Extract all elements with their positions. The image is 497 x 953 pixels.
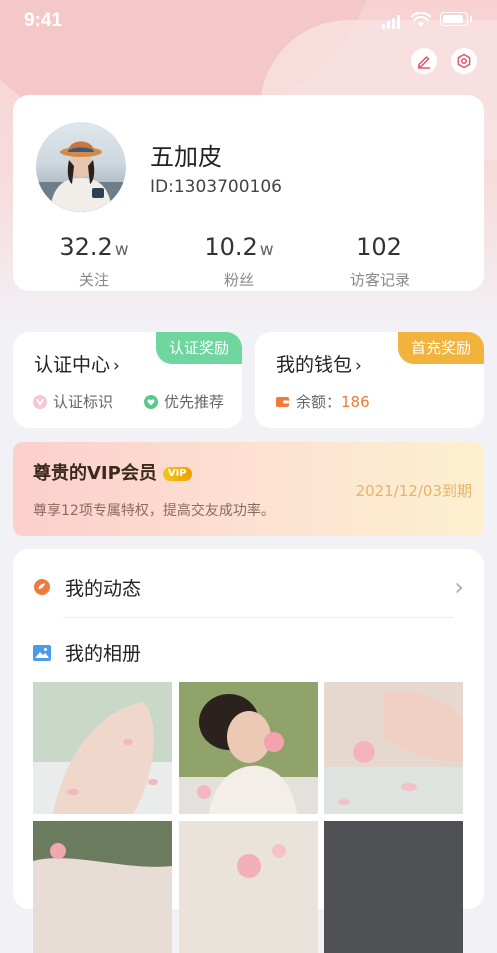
photo-image <box>179 821 318 953</box>
edit-button[interactable] <box>411 48 437 74</box>
profile-card: 五加皮 ID:1303700106 32.2 w 关注 10.2 w 粉丝 102 … <box>13 95 484 291</box>
settings-button[interactable] <box>451 48 477 74</box>
balance-label: 余额： <box>296 393 342 411</box>
avatar-image <box>36 141 126 212</box>
status-bar: 9:41 <box>0 0 497 44</box>
stat-unit: w <box>259 240 274 260</box>
photo-image <box>324 682 463 814</box>
chevron-right-icon: › <box>113 356 120 376</box>
stat-value: 102 <box>356 233 402 261</box>
photo-image <box>33 821 172 953</box>
stat-fans[interactable]: 10.2 w 粉丝 <box>179 233 299 290</box>
chevron-right-icon: › <box>355 356 362 376</box>
album-photo[interactable] <box>179 682 318 814</box>
wallet-card[interactable]: 我的钱包 › 首充奖励 余额： 186 <box>255 332 484 428</box>
certification-title: 认证中心 › <box>34 350 120 377</box>
album-photo[interactable] <box>33 821 172 953</box>
certification-item-label: 认证标识 <box>53 393 114 411</box>
wallet-balance: 余额： 186 <box>276 391 370 412</box>
signal-icon <box>382 15 400 29</box>
certification-reward-badge: 认证奖励 <box>155 332 242 364</box>
album-photo[interactable] <box>324 682 463 814</box>
battery-icon <box>440 12 472 26</box>
profile-name: 五加皮 <box>150 143 222 171</box>
image-icon <box>33 644 51 661</box>
divider <box>63 617 454 618</box>
photo-image <box>33 682 172 814</box>
certification-item: 认证标识 <box>33 391 113 412</box>
certification-item-label: 优先推荐 <box>164 393 225 411</box>
menu-my-dynamics[interactable]: 我的动态 › <box>33 573 464 601</box>
certification-item: 优先推荐 <box>144 391 224 412</box>
avatar[interactable] <box>36 122 126 212</box>
dynamics-icon <box>34 579 50 595</box>
vip-title-text: 尊贵的VIP会员 <box>33 463 157 484</box>
vip-banner[interactable]: 尊贵的VIP会员 VIP 尊享12项专属特权，提高交友成功率。 2021/12/0… <box>13 442 484 536</box>
wallet-title-text: 我的钱包 <box>276 354 353 376</box>
album-photo[interactable] <box>179 821 318 953</box>
album-photo[interactable] <box>33 682 172 814</box>
vip-expiry: 2021/12/03到期 <box>355 482 472 500</box>
menu-my-album[interactable]: 我的相册 <box>33 639 141 666</box>
menu-label: 我的相册 <box>65 643 142 665</box>
vip-shield-icon <box>33 394 47 409</box>
gear-icon <box>457 53 471 69</box>
profile-id: ID:1303700106 <box>150 177 282 197</box>
stat-label: 关注 <box>78 271 109 289</box>
chevron-right-icon: › <box>454 573 464 601</box>
wifi-icon <box>411 12 431 27</box>
vip-title: 尊贵的VIP会员 VIP <box>33 459 192 485</box>
stat-unit: w <box>114 240 129 260</box>
stat-label: 访客记录 <box>349 271 410 289</box>
photo-image <box>324 821 463 953</box>
stat-following[interactable]: 32.2 w 关注 <box>34 233 154 290</box>
menu-label: 我的动态 <box>65 577 142 600</box>
album-photo[interactable] <box>324 821 463 953</box>
wallet-title: 我的钱包 › <box>276 350 362 377</box>
heart-icon <box>144 394 158 409</box>
first-charge-badge: 首充奖励 <box>397 332 484 364</box>
photo-image <box>179 682 318 814</box>
balance-value: 186 <box>341 392 370 411</box>
stat-visitors[interactable]: 102 访客记录 <box>320 233 440 290</box>
stat-value: 32.2 <box>59 233 113 261</box>
vip-description: 尊享12项专属特权，提高交友成功率。 <box>33 503 275 519</box>
stat-value: 10.2 <box>204 233 258 261</box>
status-time: 9:41 <box>24 10 63 31</box>
certification-card[interactable]: 认证中心 › 认证奖励 认证标识 优先推荐 <box>13 332 242 428</box>
stat-label: 粉丝 <box>223 271 254 289</box>
certification-title-text: 认证中心 <box>34 354 111 376</box>
edit-icon <box>417 56 431 69</box>
my-content-card: 我的动态 › 我的相册 <box>13 549 484 953</box>
wallet-icon <box>276 397 289 407</box>
vip-badge: VIP <box>162 467 192 481</box>
